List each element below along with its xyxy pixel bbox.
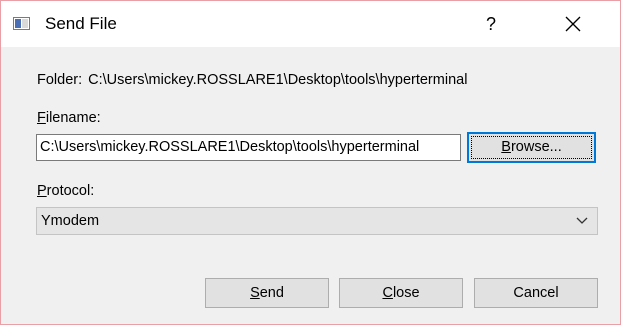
window-app-icon [13, 17, 30, 30]
send-label-text: end [259, 285, 284, 301]
folder-label: Folder: [37, 72, 83, 88]
protocol-selected-value: Ymodem [41, 213, 100, 229]
cancel-button[interactable]: Cancel [474, 278, 598, 308]
close-button[interactable]: Close [339, 278, 463, 308]
browse-button[interactable]: Browse... [467, 132, 596, 163]
filename-label: Filename: [37, 109, 101, 127]
filename-label-mnemonic: F [37, 110, 46, 126]
protocol-label-text: rotocol: [46, 183, 95, 199]
close-label-text: lose [392, 285, 420, 301]
app-icon-pane-left [15, 19, 21, 28]
folder-path: C:\Users\mickey.ROSSLARE1\Desktop\tools\… [88, 72, 468, 88]
send-file-dialog: Send File ? Folder: C:\Users\mickey.ROSSL… [0, 0, 621, 325]
filename-input[interactable]: C:\Users\mickey.ROSSLARE1\Desktop\tools\… [36, 134, 461, 161]
send-label-mnemonic: S [250, 285, 260, 301]
help-button[interactable]: ? [471, 7, 511, 41]
browse-focus-ring [471, 136, 592, 159]
send-button[interactable]: Send [205, 278, 329, 308]
app-icon-pane-right [22, 19, 28, 28]
dialog-title: Send File [45, 14, 117, 33]
protocol-label-mnemonic: P [37, 183, 47, 199]
folder-row: Folder: C:\Users\mickey.ROSSLARE1\Desktop… [37, 71, 599, 89]
title-bar[interactable]: Send File ? [1, 1, 620, 47]
close-icon [565, 16, 581, 32]
protocol-label: Protocol: [37, 182, 94, 200]
close-window-button[interactable] [551, 7, 595, 41]
chevron-down-icon [576, 217, 588, 224]
filename-label-text: ilename: [45, 110, 101, 126]
protocol-select[interactable]: Ymodem [36, 207, 598, 235]
close-label-mnemonic: C [382, 285, 393, 301]
